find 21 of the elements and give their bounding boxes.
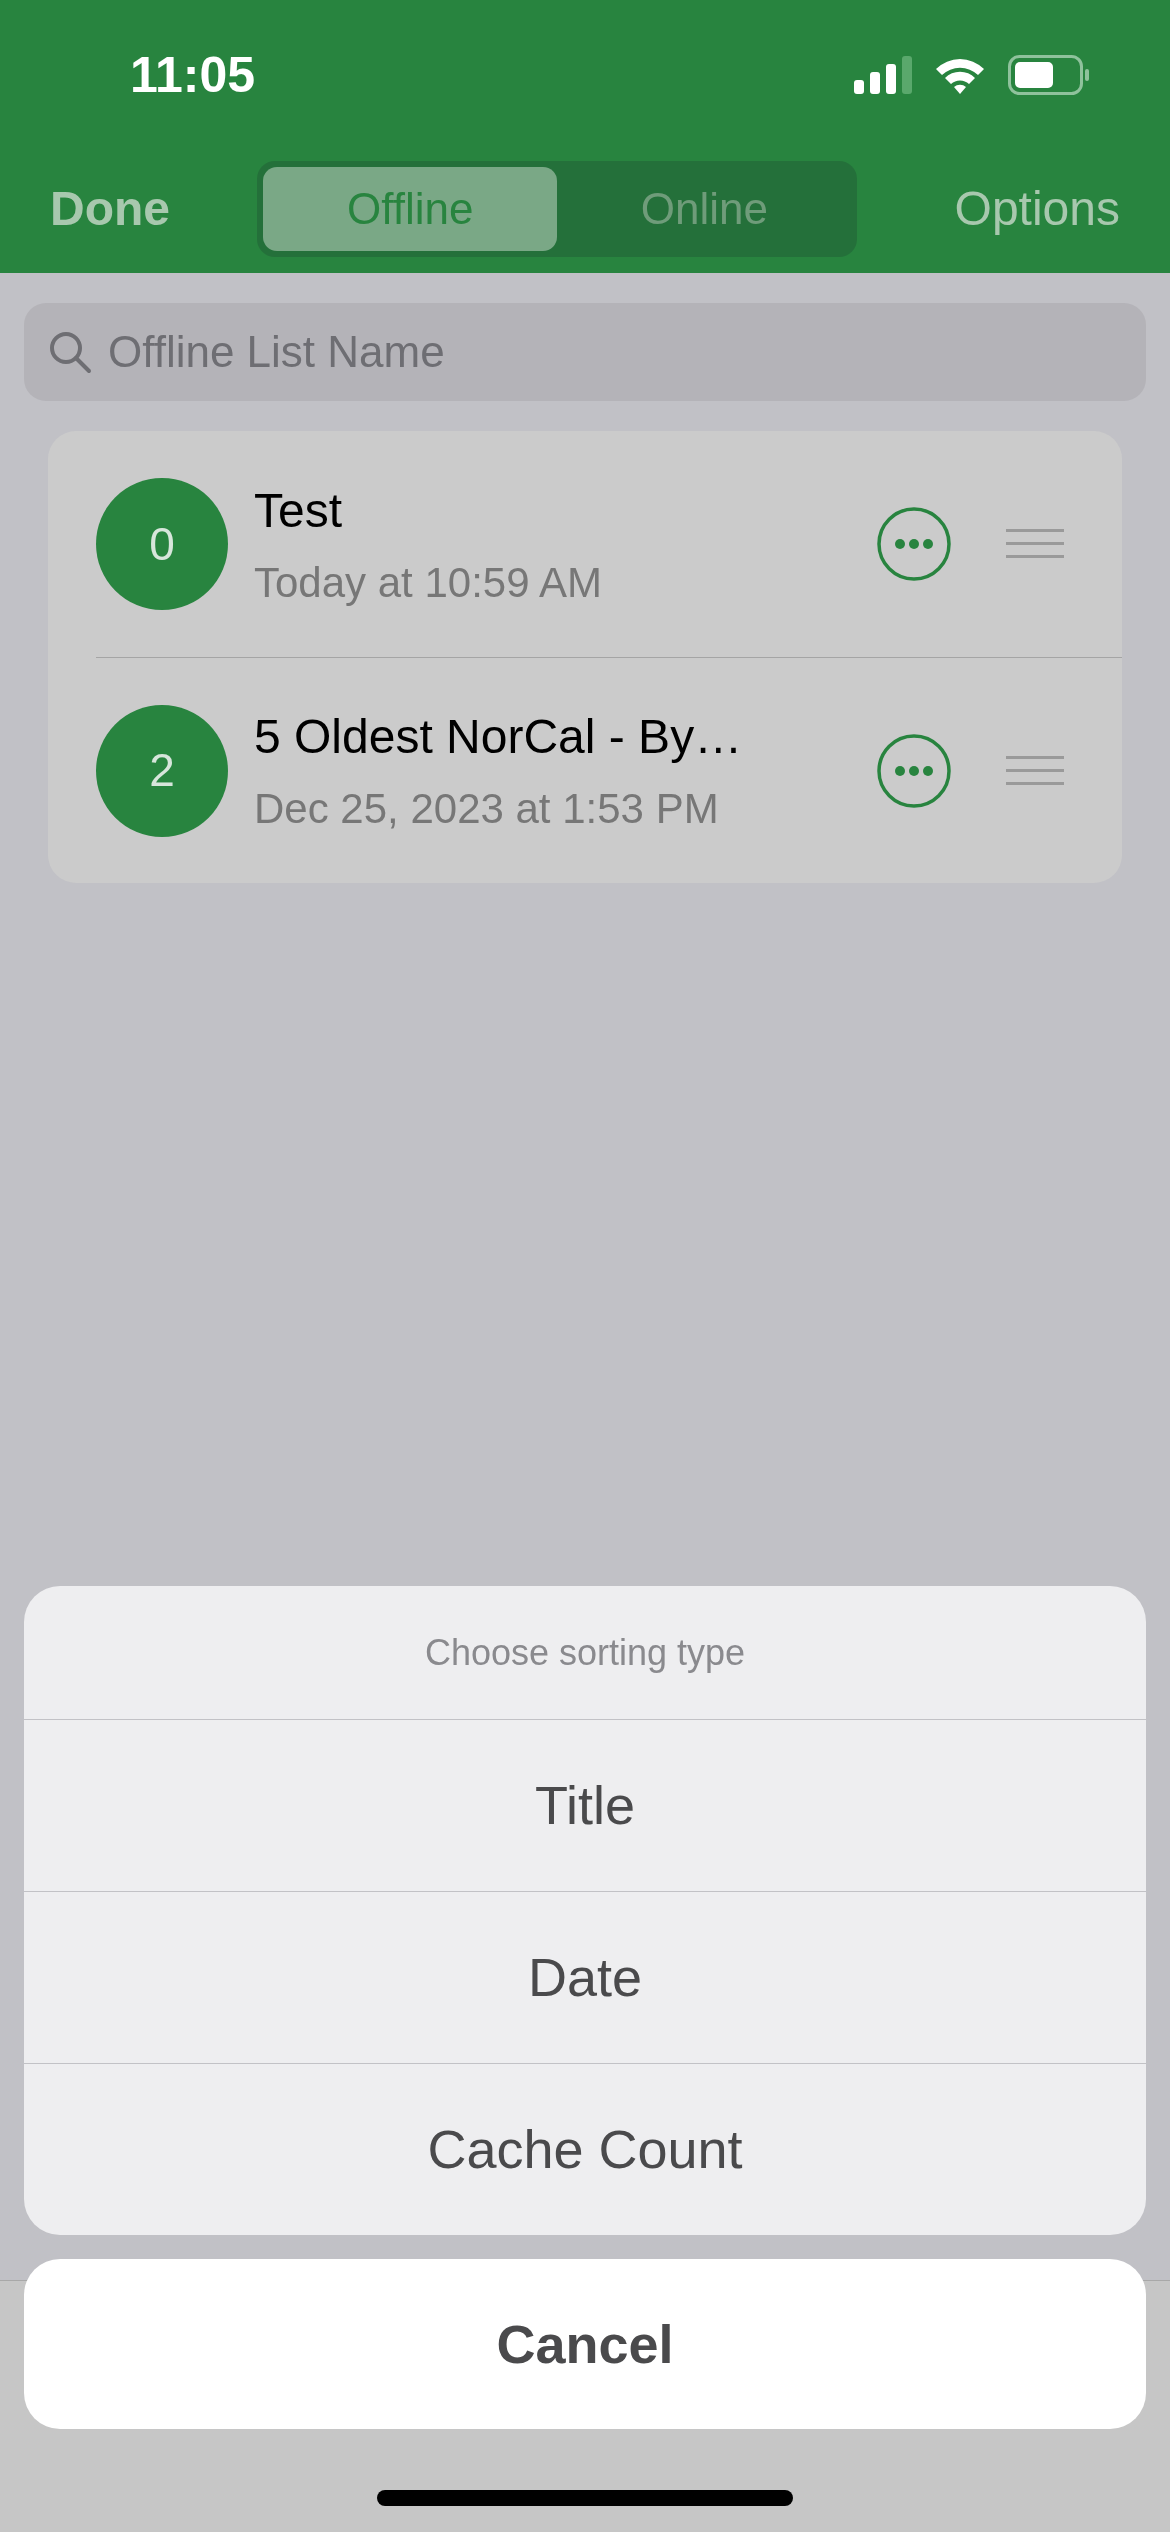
count-badge: 0: [96, 478, 228, 610]
sheet-title: Choose sorting type: [424, 1630, 746, 1675]
status-time: 11:05: [130, 45, 256, 105]
search-field[interactable]: Offline List Name: [24, 303, 1146, 401]
battery-icon: [1008, 55, 1090, 95]
list-title: 5 Oldest NorCal - By…: [254, 709, 744, 765]
list-date: Dec 25, 2023 at 1:53 PM: [254, 784, 720, 834]
cancel-button[interactable]: Cancel: [24, 2259, 1146, 2429]
count-badge: 2: [96, 704, 228, 837]
drag-handle-icon[interactable]: [1006, 529, 1064, 559]
search-icon: [48, 330, 92, 374]
drag-handle-icon[interactable]: [1006, 755, 1064, 786]
sort-option[interactable]: Cache Count: [24, 2063, 1146, 2235]
more-icon[interactable]: [876, 732, 952, 809]
list-title: Test: [254, 482, 344, 539]
signal-icon: [854, 56, 912, 94]
list-date: Today at 10:59 AM: [254, 557, 603, 608]
wifi-icon: [934, 56, 986, 94]
sort-option[interactable]: Title: [24, 1719, 1146, 1891]
more-icon[interactable]: [876, 506, 952, 582]
sort-option[interactable]: Date: [24, 1891, 1146, 2063]
